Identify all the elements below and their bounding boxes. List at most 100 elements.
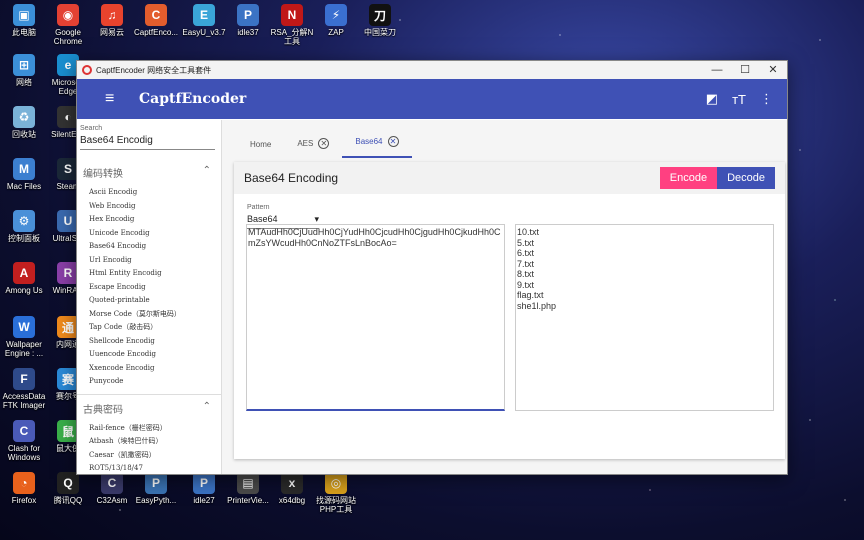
desktop-icon[interactable]: ⚙ 控制面板 xyxy=(0,210,48,243)
desktop-icon[interactable]: ◎ 找源码网站 PHP工具 xyxy=(312,472,360,514)
hamburger-menu-icon[interactable]: ≡ xyxy=(105,90,119,108)
sidebar-item[interactable]: Shellcode Encodig xyxy=(77,335,221,349)
sidebar-item[interactable]: Web Encodig xyxy=(77,200,221,214)
main-content: Home AES ✕ Base64 ✕ Base64 Encoding Encode D… xyxy=(222,120,787,474)
maximize-button[interactable]: ☐ xyxy=(731,61,759,79)
desktop-icon[interactable]: x x64dbg xyxy=(268,472,316,505)
sidebar-item[interactable]: Unicode Encodig xyxy=(77,227,221,241)
decode-button[interactable]: Decode xyxy=(717,167,775,189)
search-label: Search xyxy=(80,125,103,132)
search-input[interactable]: Base64 Encodig xyxy=(80,132,215,150)
desktop-icon[interactable]: A Among Us xyxy=(0,262,48,295)
desktop-icon[interactable]: ⊞ 网络 xyxy=(0,54,48,87)
app-window: CaptfEncoder 网络安全工具套件 — ☐ ✕ ≡ CaptfEncod… xyxy=(76,60,788,475)
sidebar-item[interactable]: Rail-fence（栅栏密码） xyxy=(77,422,221,436)
window-title: CaptfEncoder 网络安全工具套件 xyxy=(96,65,212,75)
desktop-icon[interactable]: M Mac Files xyxy=(0,158,48,191)
encode-button[interactable]: Encode xyxy=(659,167,718,189)
desktop-icon[interactable]: N RSA_分解N 工具 xyxy=(268,4,316,46)
desktop-icon[interactable]: E EasyU_v3.7 xyxy=(180,4,228,37)
sidebar-item[interactable]: Html Entity Encodig xyxy=(77,267,221,281)
desktop-icon-label: EasyPyth... xyxy=(135,496,177,505)
sidebar-item[interactable]: Quoted-printable xyxy=(77,294,221,308)
desktop-icon-label: 回收站 xyxy=(12,130,36,139)
theme-icon[interactable]: ◩ xyxy=(706,91,718,107)
app-logo-icon xyxy=(82,65,92,75)
desktop-icon-label: CaptfEnco... xyxy=(133,28,179,37)
category-name: 古典密码 xyxy=(83,404,123,416)
app-icon: ⚡ xyxy=(325,4,347,26)
desktop-icon[interactable]: Q 腾讯QQ xyxy=(44,472,92,505)
desktop-icon[interactable]: ♫ 网易云 xyxy=(88,4,136,37)
tab-close-icon[interactable]: ✕ xyxy=(387,136,399,147)
sidebar-item[interactable]: Escape Encodig xyxy=(77,281,221,295)
sidebar-item[interactable]: Caesar（凯撒密码） xyxy=(77,449,221,463)
desktop-icon[interactable]: ▤ PrinterVie... xyxy=(224,472,272,505)
app-icon: 刀 xyxy=(369,4,391,26)
tab-close-icon[interactable]: ✕ xyxy=(318,138,330,149)
app-icon: C xyxy=(13,420,35,442)
tool-card: Base64 Encoding Encode Decode Pattern Ba… xyxy=(234,162,785,459)
input-textarea[interactable]: MTAudHh0CjUudHh0CjYudHh0CjcudHh0CjgudHh0… xyxy=(246,224,505,411)
sidebar-item[interactable]: Hex Encodig xyxy=(77,213,221,227)
sidebar-item[interactable]: Atbash（埃特巴什码） xyxy=(77,435,221,449)
desktop-icon[interactable]: C CaptfEnco... xyxy=(132,4,180,37)
desktop-icon-label: 找源码网站 PHP工具 xyxy=(316,496,356,514)
app-icon: P xyxy=(237,4,259,26)
sidebar-item[interactable]: Morse Code（莫尔斯电码） xyxy=(77,308,221,322)
desktop-icon[interactable]: W Wallpaper Engine : ... xyxy=(0,316,48,358)
desktop-icon[interactable]: F AccessData FTK Imager xyxy=(0,368,48,410)
app-icon: E xyxy=(193,4,215,26)
desktop-icon-label: idle27 xyxy=(193,496,215,505)
desktop-icon-label: AccessData FTK Imager xyxy=(2,392,46,410)
desktop-icon-label: C32Asm xyxy=(96,496,128,505)
desktop-icon-label: 网络 xyxy=(16,78,32,87)
app-icon: ♫ xyxy=(101,4,123,26)
app-icon: P xyxy=(145,472,167,494)
tab-home[interactable]: Home xyxy=(237,140,284,158)
desktop-icon-label: x64dbg xyxy=(278,496,306,505)
desktop-icon[interactable]: ◉ Google Chrome xyxy=(44,4,92,46)
sidebar-item[interactable]: Ascii Encodig xyxy=(77,186,221,200)
desktop-icon-label: 控制面板 xyxy=(8,234,40,243)
desktop-icon[interactable]: P EasyPyth... xyxy=(132,472,180,505)
app-icon: ◉ xyxy=(57,4,79,26)
sidebar-item[interactable]: Base64 Encodig xyxy=(77,240,221,254)
more-options-icon[interactable]: ⋮ xyxy=(760,91,773,107)
desktop-icon-label: RSA_分解N 工具 xyxy=(270,28,314,46)
card-header: Base64 Encoding Encode Decode xyxy=(234,162,785,194)
search-box: Search Base64 Encodig xyxy=(77,120,221,150)
card-title: Base64 Encoding xyxy=(244,171,339,185)
sidebar-item[interactable]: Tap Code（敲击码） xyxy=(77,321,221,335)
tab-base64[interactable]: Base64 ✕ xyxy=(342,136,412,158)
app-icon: Q xyxy=(57,472,79,494)
desktop-icon[interactable]: Pidle27 xyxy=(180,472,228,505)
desktop-icon[interactable]: ♻ 回收站 xyxy=(0,106,48,139)
font-size-icon[interactable]: ᴛT xyxy=(732,92,746,107)
desktop-icon[interactable]: ◔ Firefox xyxy=(0,472,48,505)
tab-label: Base64 xyxy=(355,137,383,146)
close-button[interactable]: ✕ xyxy=(759,61,787,79)
sidebar-item[interactable]: Url Encodig xyxy=(77,254,221,268)
desktop-icon[interactable]: 刀中国菜刀 xyxy=(356,4,404,37)
desktop-icon[interactable]: Pidle37 xyxy=(224,4,272,37)
desktop-icon[interactable]: ⚡ ZAP xyxy=(312,4,360,37)
sidebar-item[interactable]: Uuencode Encodig xyxy=(77,348,221,362)
desktop-icon[interactable]: ▣ 此电脑 xyxy=(0,4,48,37)
app-icon: ⚙ xyxy=(13,210,35,232)
desktop-icon[interactable]: C Clash for Windows xyxy=(0,420,48,462)
sidebar-item[interactable]: Xxencode Encodig xyxy=(77,362,221,376)
app-icon: W xyxy=(13,316,35,338)
window-titlebar[interactable]: CaptfEncoder 网络安全工具套件 — ☐ ✕ xyxy=(77,61,787,79)
output-textarea[interactable]: 10.txt 5.txt 6.txt 7.txt 8.txt 9.txt fla… xyxy=(515,224,774,411)
tab-aes[interactable]: AES ✕ xyxy=(284,138,342,158)
app-icon: P xyxy=(193,472,215,494)
desktop-icon-label: Among Us xyxy=(5,286,43,295)
sidebar-item[interactable]: ROT5/13/18/47 xyxy=(77,462,221,474)
category-header[interactable]: 编码转换 ⌃ xyxy=(77,150,221,186)
desktop-icon[interactable]: C C32Asm xyxy=(88,472,136,505)
minimize-button[interactable]: — xyxy=(703,61,731,79)
category-header[interactable]: 古典密码 ⌃ xyxy=(77,395,221,422)
desktop-icon-label: Firefox xyxy=(11,496,37,505)
sidebar-item[interactable]: Punycode xyxy=(77,375,221,389)
